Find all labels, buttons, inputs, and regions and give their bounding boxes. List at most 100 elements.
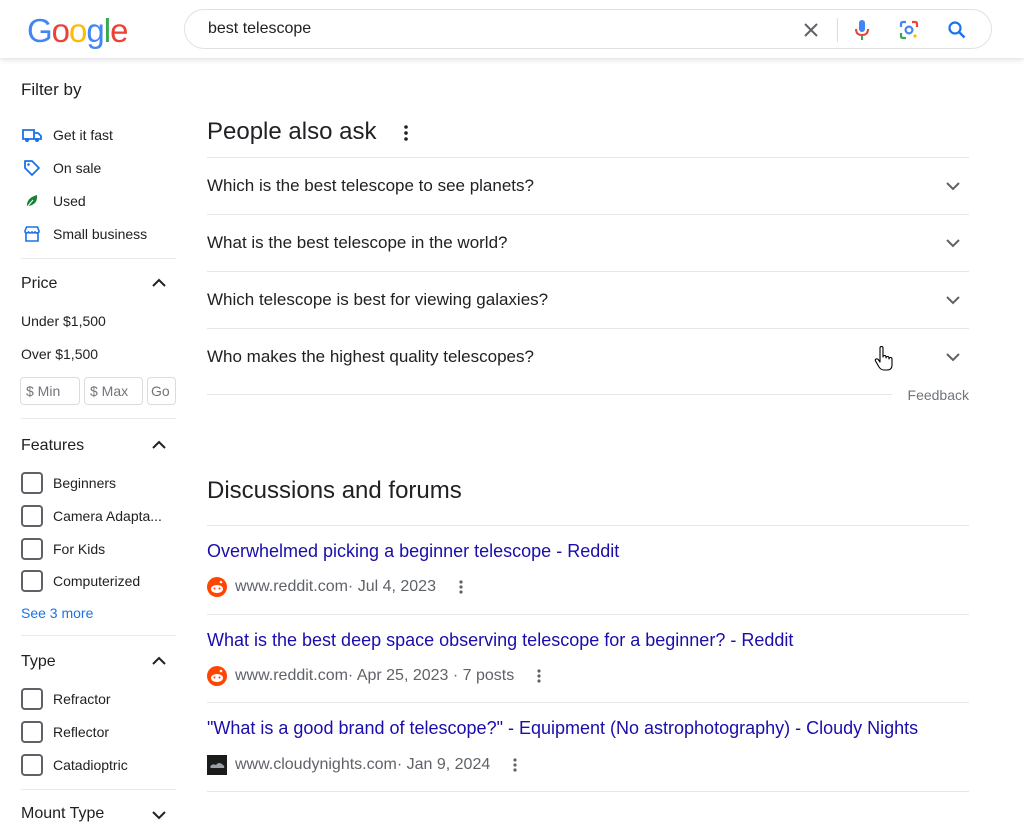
- chevron-up-icon[interactable]: [149, 435, 169, 455]
- checkbox[interactable]: [21, 570, 43, 592]
- checkbox-label: Refractor: [53, 691, 111, 707]
- separator: [207, 394, 892, 395]
- separator: [207, 702, 969, 703]
- price-max-input[interactable]: $ Max: [84, 377, 143, 405]
- microphone-icon[interactable]: [850, 18, 874, 42]
- chevron-down-icon[interactable]: [149, 805, 169, 822]
- feature-camera-adapter[interactable]: Camera Adapta...: [21, 504, 162, 528]
- post-date: · Jul 4, 2023: [347, 578, 436, 595]
- discussion-meta: www.reddit.com · Jul 4, 2023: [207, 576, 468, 598]
- feature-for-kids[interactable]: For Kids: [21, 537, 105, 561]
- chevron-up-icon[interactable]: [149, 273, 169, 293]
- discussion-meta: www.cloudynights.com · Jan 9, 2024: [207, 754, 522, 776]
- separator: [21, 635, 176, 636]
- chevron-up-icon[interactable]: [149, 651, 169, 671]
- filter-label: Get it fast: [53, 127, 113, 143]
- filter-title: Filter by: [21, 80, 82, 99]
- checkbox[interactable]: [21, 721, 43, 743]
- separator: [21, 418, 176, 419]
- discussion-meta: www.reddit.com · Apr 25, 2023 · 7 posts: [207, 665, 546, 687]
- paa-question[interactable]: Who makes the highest quality telescopes…: [207, 328, 969, 385]
- price-under[interactable]: Under $1,500: [21, 313, 106, 329]
- search-icon[interactable]: [945, 18, 969, 42]
- discussion-link[interactable]: Overwhelmed picking a beginner telescope…: [207, 541, 619, 562]
- checkbox-label: Camera Adapta...: [53, 508, 162, 524]
- price-min-input[interactable]: $ Min: [20, 377, 80, 405]
- post-date: · Apr 25, 2023 · 7 posts: [347, 667, 515, 684]
- hand-cursor-icon: [874, 345, 894, 372]
- checkbox[interactable]: [21, 688, 43, 710]
- checkbox-label: Computerized: [53, 573, 141, 589]
- type-reflector[interactable]: Reflector: [21, 720, 109, 744]
- filter-label: Used: [53, 193, 86, 209]
- logo-letter: e: [110, 12, 128, 49]
- filter-label: On sale: [53, 160, 102, 176]
- checkbox-label: Reflector: [53, 724, 110, 740]
- clear-icon[interactable]: [799, 18, 823, 42]
- separator: [207, 525, 969, 526]
- paa-question[interactable]: What is the best telescope in the world?: [207, 214, 969, 271]
- feature-computerized[interactable]: Computerized: [21, 569, 140, 593]
- question-text: What is the best telescope in the world?: [207, 233, 508, 252]
- lens-icon[interactable]: [897, 18, 921, 42]
- filter-label: Small business: [53, 226, 148, 242]
- type-refractor[interactable]: Refractor: [21, 687, 111, 711]
- chevron-down-icon: [943, 176, 963, 196]
- more-vert-icon[interactable]: [399, 122, 413, 144]
- tag-icon: [21, 157, 43, 179]
- search-box[interactable]: best telescope: [184, 9, 992, 49]
- type-catadioptric[interactable]: Catadioptric: [21, 753, 128, 777]
- discussions-title: Discussions and forums: [207, 477, 462, 504]
- more-vert-icon[interactable]: [454, 577, 468, 597]
- filter-small-business[interactable]: Small business: [21, 222, 147, 246]
- separator: [207, 614, 969, 615]
- checkbox-label: For Kids: [53, 541, 106, 557]
- logo-letter: g: [86, 12, 104, 49]
- price-over[interactable]: Over $1,500: [21, 346, 98, 362]
- separator: [21, 258, 176, 259]
- top-header: Google best telescope: [0, 0, 1024, 58]
- mount-type-title: Mount Type: [21, 805, 105, 822]
- more-vert-icon[interactable]: [508, 755, 522, 775]
- filter-sidebar: Filter by Get it fast On sale Used Small…: [0, 58, 190, 822]
- chevron-down-icon: [943, 347, 963, 367]
- question-text: Which is the best telescope to see plane…: [207, 176, 534, 195]
- separator: [21, 789, 176, 790]
- storefront-icon: [21, 223, 43, 245]
- site-url: www.cloudynights.com: [235, 756, 397, 773]
- search-divider: [837, 18, 838, 42]
- checkbox[interactable]: [21, 505, 43, 527]
- logo-letter: o: [51, 12, 70, 49]
- reddit-icon: [207, 666, 227, 686]
- logo-letter: G: [27, 12, 53, 49]
- people-also-ask-title: People also ask: [207, 118, 377, 145]
- price-go-button[interactable]: Go: [147, 377, 176, 405]
- question-text: Which telescope is best for viewing gala…: [207, 290, 549, 309]
- discussion-link[interactable]: "What is a good brand of telescope?" - E…: [207, 718, 918, 739]
- separator: [207, 791, 969, 792]
- filter-used[interactable]: Used: [21, 189, 86, 213]
- checkbox-label: Beginners: [53, 475, 117, 491]
- logo-letter: o: [69, 12, 87, 49]
- price-title: Price: [21, 275, 58, 292]
- paa-question[interactable]: Which telescope is best for viewing gala…: [207, 271, 969, 328]
- more-vert-icon[interactable]: [532, 666, 546, 686]
- question-text: Who makes the highest quality telescopes…: [207, 347, 534, 366]
- filter-get-it-fast[interactable]: Get it fast: [21, 123, 113, 147]
- leaf-icon: [21, 190, 43, 212]
- checkbox[interactable]: [21, 472, 43, 494]
- feature-beginners[interactable]: Beginners: [21, 471, 116, 495]
- checkbox[interactable]: [21, 538, 43, 560]
- see-more-link[interactable]: See 3 more: [21, 605, 93, 621]
- post-date: · Jan 9, 2024: [396, 756, 491, 773]
- feedback-link[interactable]: Feedback: [908, 387, 969, 403]
- filter-on-sale[interactable]: On sale: [21, 156, 101, 180]
- features-title: Features: [21, 437, 85, 454]
- cloudynights-icon: [207, 755, 227, 775]
- checkbox[interactable]: [21, 754, 43, 776]
- paa-question[interactable]: Which is the best telescope to see plane…: [207, 157, 969, 214]
- site-url: www.reddit.com: [235, 667, 348, 684]
- search-input[interactable]: best telescope: [208, 20, 311, 38]
- discussion-link[interactable]: What is the best deep space observing te…: [207, 630, 793, 651]
- google-logo[interactable]: Google: [27, 12, 128, 50]
